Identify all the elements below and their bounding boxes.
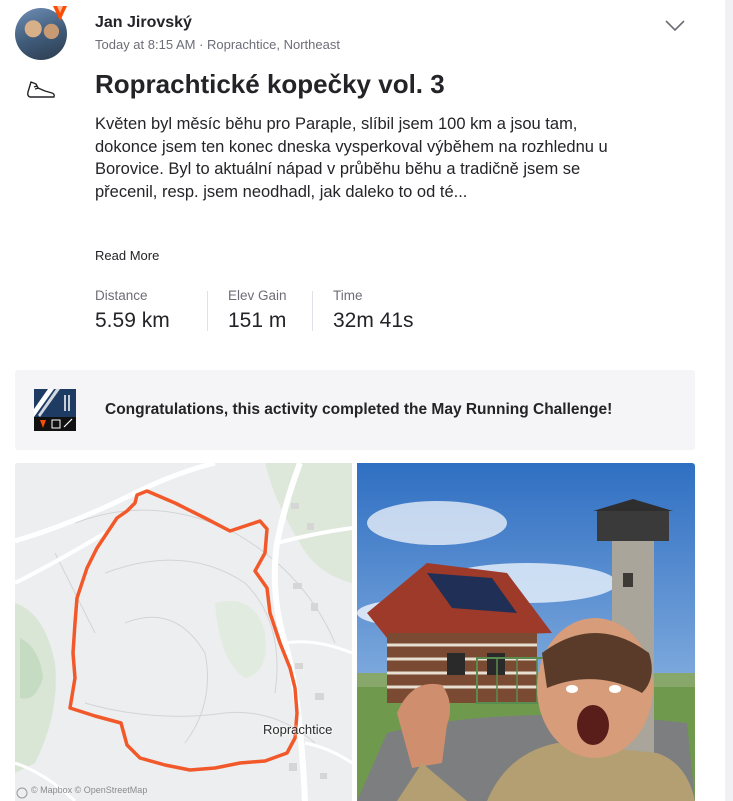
subscriber-badge-icon <box>53 6 67 21</box>
stat-divider <box>312 291 313 331</box>
activity-description: Květen byl měsíc běhu pro Paraple, slíbi… <box>95 115 608 201</box>
page-scroll-rail <box>725 0 733 801</box>
activity-timestamp-location: Today at 8:15 AM · Roprachtice, Northeas… <box>95 37 340 52</box>
stat-elev-gain: Elev Gain 151 m <box>228 288 287 333</box>
activity-title[interactable]: Roprachtické kopečky vol. 3 <box>95 69 445 100</box>
stat-time: Time 32m 41s <box>333 288 414 333</box>
route-map-graphic <box>15 463 352 801</box>
challenge-message: Congratulations, this activity completed… <box>105 401 613 418</box>
stat-divider <box>207 291 208 331</box>
chevron-down-icon[interactable] <box>664 17 686 33</box>
stat-value: 151 m <box>228 309 287 332</box>
stat-distance: Distance 5.59 km <box>95 288 170 333</box>
stat-label: Elev Gain <box>228 288 287 303</box>
route-map[interactable]: Roprachtice © Mapbox © OpenStreetMap <box>15 463 352 801</box>
athlete-name[interactable]: Jan Jirovský <box>95 14 192 32</box>
read-more-link[interactable]: Read More <box>95 248 159 263</box>
activity-photo[interactable] <box>357 463 695 801</box>
map-place-label: Roprachtice <box>263 722 333 737</box>
map-attribution[interactable]: © Mapbox © OpenStreetMap <box>31 785 147 795</box>
challenge-badge-icon <box>34 389 76 431</box>
stat-value: 5.59 km <box>95 309 170 332</box>
running-shoe-icon <box>27 81 55 98</box>
challenge-banner[interactable]: Congratulations, this activity completed… <box>15 370 695 450</box>
stat-label: Distance <box>95 288 148 303</box>
stat-label: Time <box>333 288 363 303</box>
selfie-photo-graphic <box>357 463 695 801</box>
stat-value: 32m 41s <box>333 309 414 332</box>
